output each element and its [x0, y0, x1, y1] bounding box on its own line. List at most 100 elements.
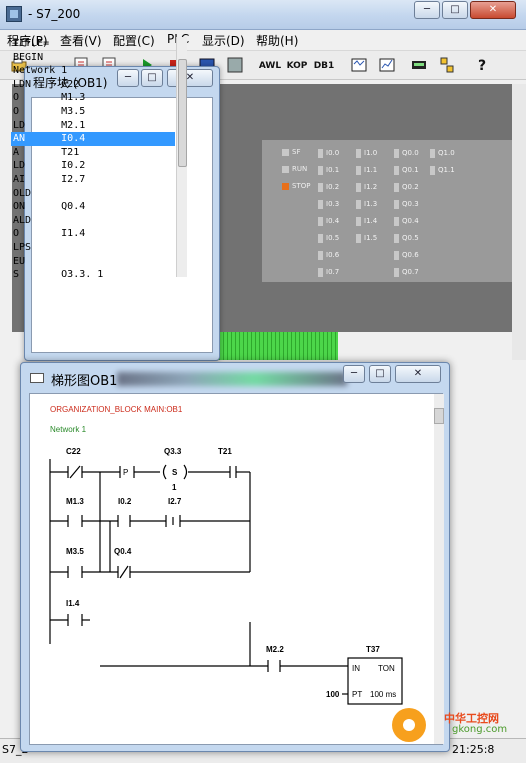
contact-i27-immediate[interactable]: [165, 515, 250, 527]
ladder-diagram: ORGANIZATION_BLOCK MAIN:OB1 Network 1 C2…: [49, 405, 403, 705]
positive-edge-contact[interactable]: P: [119, 466, 160, 478]
input-i0-5: I0.5: [318, 230, 348, 247]
code-line[interactable]: LD I0.2: [11, 159, 175, 173]
blurred-caption: [117, 372, 347, 386]
stl-code-list[interactable]: TITLE= BEGIN Network 1 LDN C22 O M1.3 O M3.5 L…: [11, 37, 175, 277]
label-i27: I2.7: [168, 497, 182, 506]
label-t21: T21: [218, 447, 232, 456]
label-m22: M2.2: [266, 645, 284, 654]
db1-button[interactable]: DB1: [313, 55, 335, 77]
output-q0-1: Q0.1: [394, 162, 424, 179]
output-q0-5: Q0.5: [394, 230, 424, 247]
input-i0-4: I0.4: [318, 213, 348, 230]
close-button[interactable]: ✕: [470, 1, 516, 19]
maximize-button[interactable]: □: [442, 1, 468, 19]
edge-label: P: [123, 468, 128, 477]
code-line[interactable]: S Q3.3, 1: [11, 268, 175, 277]
code-line[interactable]: AN I0.4: [11, 132, 175, 146]
input-i0-1: I0.1: [318, 162, 348, 179]
code-line[interactable]: Network 1: [11, 64, 175, 78]
code-line[interactable]: BEGIN: [11, 51, 175, 65]
awl-button[interactable]: AWL: [258, 55, 282, 77]
label-q04: Q0.4: [114, 547, 132, 556]
code-line[interactable]: A T21: [11, 146, 175, 160]
set-coil-q33[interactable]: S: [162, 464, 231, 480]
code-line[interactable]: OLD: [11, 187, 175, 201]
input-i1-3: I1.3: [356, 196, 386, 213]
trend-icon[interactable]: [378, 56, 396, 74]
ladder-canvas[interactable]: ORGANIZATION_BLOCK MAIN:OB1 Network 1 C2…: [29, 393, 444, 745]
stop-indicator: STOP: [282, 182, 310, 190]
main-title-bar: - S7_200 ─ □ ✕: [0, 0, 526, 30]
ladder-close-button[interactable]: ✕: [395, 365, 441, 383]
panel-icon[interactable]: [226, 56, 244, 74]
contact-q04-nc[interactable]: [117, 565, 250, 579]
input-i1-4: I1.4: [356, 213, 386, 230]
stop-led: [282, 182, 289, 190]
ob-scrollbar[interactable]: [176, 37, 187, 277]
output-q0-3: Q0.3: [394, 196, 424, 213]
contact-m13-no[interactable]: [50, 515, 118, 527]
ladder-scroll-thumb[interactable]: [434, 408, 444, 424]
contact-i02-no[interactable]: [117, 515, 166, 527]
menu-display[interactable]: 显示(D): [202, 32, 245, 49]
output-q0-0: Q0.0: [394, 145, 424, 162]
contact-m35-no[interactable]: [50, 566, 118, 578]
menu-help[interactable]: 帮助(H): [256, 32, 298, 49]
label-q33: Q3.3: [164, 447, 182, 456]
label-m35: M3.5: [66, 547, 84, 556]
label-set-count: 1: [172, 483, 177, 492]
run-led: [282, 165, 289, 173]
contact-m22-no[interactable]: [267, 660, 348, 672]
code-line[interactable]: AI I2.7: [11, 173, 175, 187]
input-i1-2: I1.2: [356, 179, 386, 196]
contact-c22-nc[interactable]: [50, 465, 120, 479]
minimize-button[interactable]: ─: [414, 1, 440, 19]
code-line[interactable]: O I1.4: [11, 227, 175, 241]
plc-body: [262, 140, 518, 282]
input-i0-0: I0.0: [318, 145, 348, 162]
outputs-byte0: Q0.0 Q0.1 Q0.2 Q0.3 Q0.4 Q0.5 Q0.6 Q0.7: [394, 145, 424, 281]
code-line[interactable]: O M3.5: [11, 105, 175, 119]
kop-button[interactable]: KOP: [286, 55, 308, 77]
sf-indicator: SF: [282, 148, 300, 156]
timer-name: T37: [366, 645, 380, 654]
network-icon[interactable]: [438, 56, 456, 74]
run-indicator: RUN: [282, 165, 307, 173]
label-i02: I0.2: [118, 497, 132, 506]
ladder-window[interactable]: 梯形图OB1 ─ □ ✕ ORGANIZATION_BLOCK MAIN:OB1…: [20, 362, 450, 752]
output-q1-0: Q1.0: [430, 145, 460, 162]
timer-type-label: TON: [378, 664, 395, 673]
ob-scroll-thumb[interactable]: [178, 59, 187, 167]
ladder-minimize-button[interactable]: ─: [343, 365, 365, 383]
td200-icon[interactable]: [410, 56, 428, 74]
output-q0-4: Q0.4: [394, 213, 424, 230]
timer-block-t37[interactable]: IN TON PT 100 ms: [347, 657, 403, 705]
ladder-maximize-button[interactable]: □: [369, 365, 391, 383]
org-block-header: ORGANIZATION_BLOCK MAIN:OB1: [50, 405, 183, 414]
code-line[interactable]: EU: [11, 255, 175, 269]
input-i1-0: I1.0: [356, 145, 386, 162]
help-icon[interactable]: ?: [472, 55, 492, 77]
watermark-text-url: gkong.com: [452, 724, 508, 735]
inputs-byte0: I0.0 I0.1 I0.2 I0.3 I0.4 I0.5 I0.6 I0.7: [318, 145, 348, 281]
status-time: 21:25:8: [452, 743, 495, 756]
state-table-icon[interactable]: [350, 56, 368, 74]
code-line[interactable]: ALD: [11, 214, 175, 228]
ladder-scrollbar[interactable]: [434, 394, 444, 744]
code-line[interactable]: TITLE=: [11, 37, 175, 51]
input-i0-7: I0.7: [318, 264, 348, 281]
timer-pt-label: PT: [352, 690, 362, 699]
contact-i14-no[interactable]: [50, 614, 90, 626]
label-c22: C22: [66, 447, 81, 456]
input-i0-2: I0.2: [318, 179, 348, 196]
output-q0-2: Q0.2: [394, 179, 424, 196]
output-q0-7: Q0.7: [394, 264, 424, 281]
code-line[interactable]: LDN C22: [11, 78, 175, 92]
code-line[interactable]: LPS: [11, 241, 175, 255]
code-line[interactable]: O M1.3: [11, 91, 175, 105]
code-line[interactable]: LD M2.1: [11, 119, 175, 133]
contact-t21-no[interactable]: [229, 466, 250, 478]
code-line[interactable]: ON Q0.4: [11, 200, 175, 214]
label-i14: I1.4: [66, 599, 80, 608]
